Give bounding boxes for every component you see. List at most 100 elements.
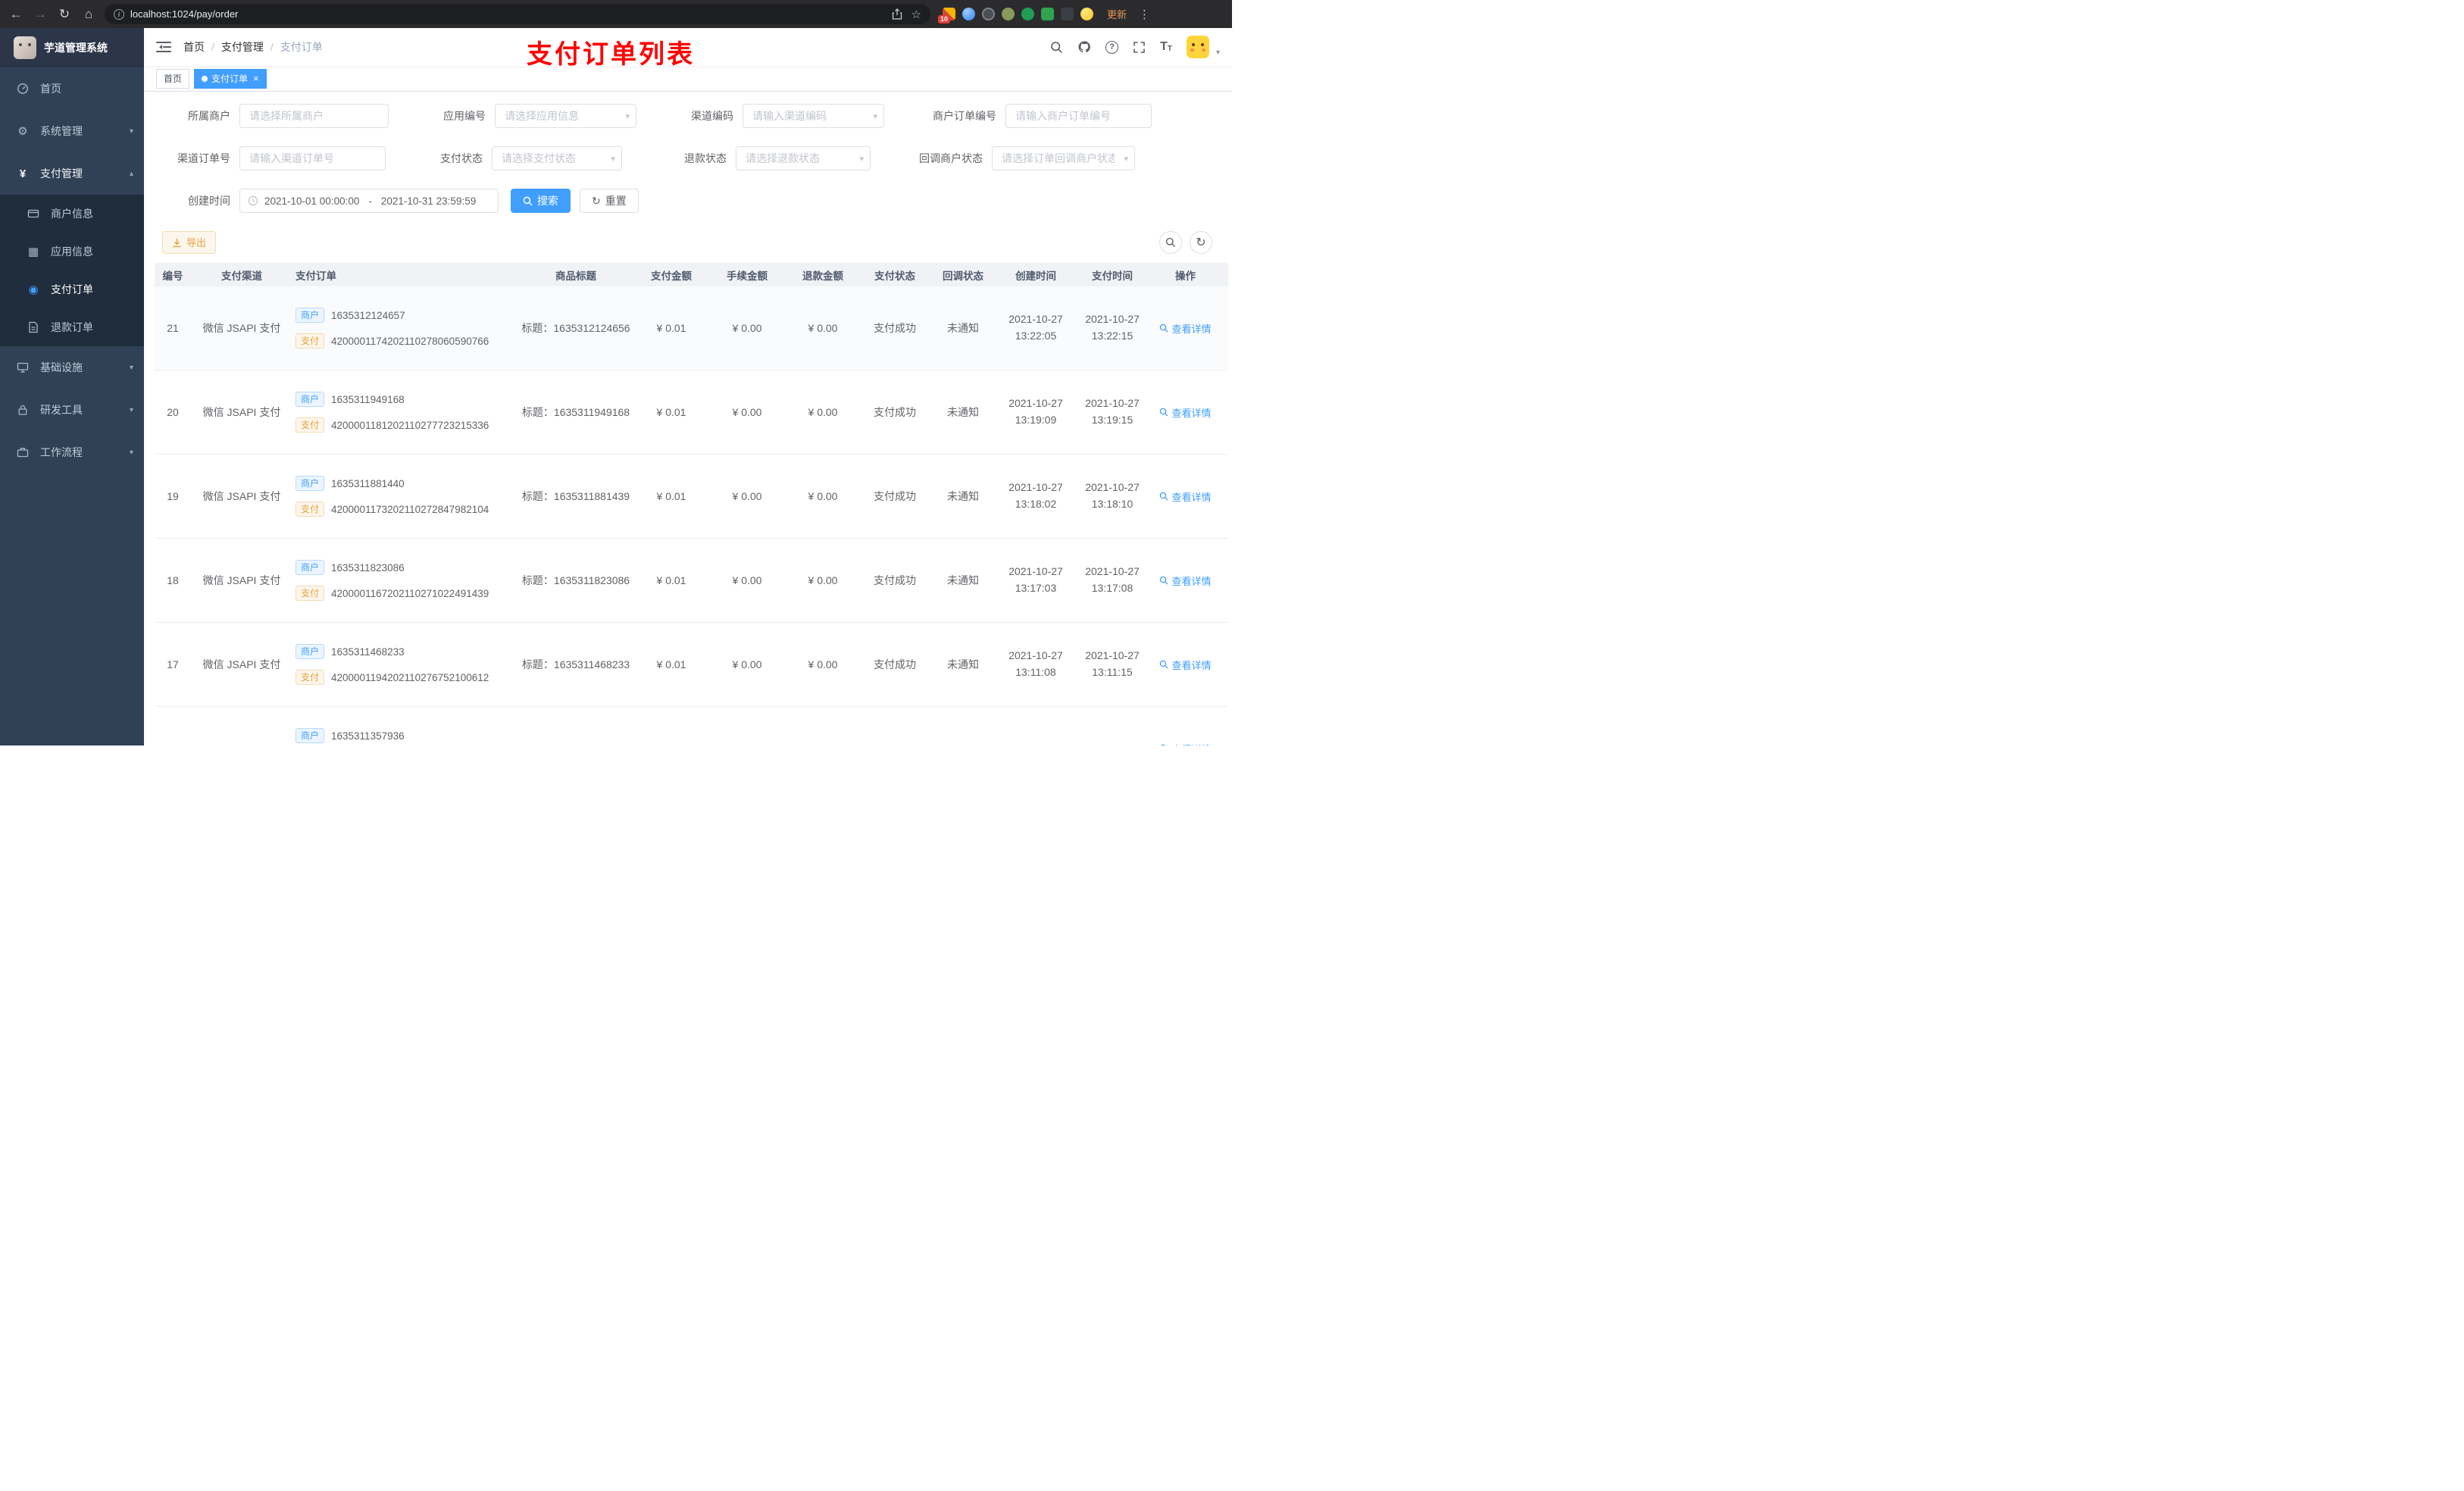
refresh-icon: ↻ (592, 195, 601, 207)
help-icon[interactable]: ? (1105, 40, 1119, 54)
merchant-order-no-input[interactable] (1005, 104, 1152, 128)
create-time-range-picker[interactable]: 2021-10-01 00:00:00 - 2021-10-31 23:59:5… (239, 189, 499, 213)
sidebar-submenu-payment: 商户信息 ▦ 应用信息 ◉ 支付订单 退款订单 (0, 195, 144, 346)
merchant-order-no: 1635311357936 (331, 730, 405, 742)
url-bar[interactable]: i localhost:1024/pay/order ☆ (105, 4, 930, 24)
app-id-select[interactable] (495, 104, 636, 128)
refund-status-select[interactable] (736, 146, 871, 170)
extension-icon[interactable] (1041, 8, 1054, 20)
action-cell: 查看详情 (1150, 286, 1221, 370)
pay-amount-cell: ¥ 0.01 (656, 490, 686, 502)
github-icon[interactable] (1077, 40, 1091, 54)
refund-amount-cell: ¥ 0.00 (808, 406, 838, 418)
extension-emoji-icon[interactable] (1080, 8, 1093, 20)
pay-channel-cell: 微信 JSAPI 支付 (202, 490, 281, 502)
browser-menu-icon[interactable]: ⋮ (1137, 8, 1152, 21)
channel-order-no-input[interactable] (239, 146, 386, 170)
extension-icon[interactable] (1061, 8, 1074, 20)
tab-home[interactable]: 首页 (156, 68, 190, 89)
extension-icon[interactable]: 10 (938, 8, 955, 23)
site-info-icon[interactable]: i (114, 8, 124, 20)
browser-chrome: ← → ↻ ⌂ i localhost:1024/pay/order ☆ 10 (0, 0, 1232, 28)
sidebar-item-app-info[interactable]: ▦ 应用信息 (0, 233, 144, 270)
date-end[interactable]: 2021-10-31 23:59:59 (381, 195, 476, 207)
column-header: 支付时间 (1092, 270, 1133, 282)
close-icon[interactable]: × (253, 73, 259, 83)
table-row: 18 微信 JSAPI 支付 商户 1635311823086 支付 42000… (155, 539, 1228, 623)
browser-update-button[interactable]: 更新 (1107, 7, 1127, 21)
extension-icon[interactable] (1021, 8, 1034, 20)
reload-icon[interactable]: ↻ (56, 8, 73, 20)
table-body: 21 微信 JSAPI 支付 商户 1635312124657 支付 42000… (155, 286, 1228, 746)
sidebar-item-home[interactable]: 首页 (0, 67, 144, 110)
app-title: 芋道管理系统 (44, 42, 108, 54)
sidebar-item-label: 退款订单 (51, 321, 93, 333)
filter-label: 应用编号 (443, 110, 486, 122)
document-icon (26, 321, 41, 333)
tab-payment-order[interactable]: 支付订单 × (194, 68, 267, 89)
merchant-tag: 商户 (295, 392, 325, 407)
refresh-table-button[interactable]: ↻ (1190, 231, 1212, 254)
channel-code-select[interactable] (743, 104, 884, 128)
fullscreen-icon[interactable] (1133, 41, 1146, 54)
font-size-icon[interactable]: TT (1160, 41, 1172, 53)
breadcrumb-payment-management[interactable]: 支付管理 (221, 39, 264, 55)
orders-table: 编号 支付渠道 支付订单 商品标题 支付金额 手续金额 退款金额 支付状态 回调… (155, 263, 1228, 746)
extension-drop-icon[interactable] (962, 8, 975, 20)
share-icon[interactable] (892, 8, 902, 20)
create-time-cell: 2021-10-27 13:11:08 (1008, 649, 1063, 678)
sidebar-item-workflow[interactable]: 工作流程 ▾ (0, 431, 144, 474)
view-detail-link[interactable]: 查看详情 (1159, 405, 1212, 420)
chevron-up-icon: ▴ (129, 169, 133, 178)
action-cell: 查看详情 (1150, 539, 1221, 622)
notify-status-select[interactable] (992, 146, 1135, 170)
sidebar-item-infrastructure[interactable]: 基础设施 ▾ (0, 346, 144, 389)
search-button[interactable]: 搜索 (511, 189, 571, 213)
notify-status-cell (929, 707, 997, 746)
extension-icon[interactable] (1002, 8, 1015, 20)
merchant-tag: 商户 (295, 308, 325, 323)
reset-button[interactable]: ↻ 重置 (580, 189, 639, 213)
avatar[interactable] (1186, 36, 1209, 58)
view-detail-link[interactable]: 查看详情 (1159, 658, 1212, 672)
avatar-caret-icon[interactable]: ▾ (1216, 48, 1220, 58)
notify-status-cell: 未通知 (947, 658, 979, 670)
table-row: 20 微信 JSAPI 支付 商户 1635311949168 支付 42000… (155, 370, 1228, 455)
fee-amount-cell: ¥ 0.00 (732, 490, 762, 502)
back-icon[interactable]: ← (8, 8, 24, 20)
sidebar-item-system-management[interactable]: ⚙ 系统管理 ▾ (0, 110, 144, 152)
bookmark-star-icon[interactable]: ☆ (911, 8, 921, 21)
sidebar-logo: 芋道管理系统 (0, 28, 144, 67)
breadcrumb-separator: / (211, 41, 214, 53)
pay-amount-cell: ¥ 0.01 (656, 322, 686, 334)
sidebar-item-label: 研发工具 (40, 404, 83, 416)
toggle-search-button[interactable] (1159, 231, 1182, 254)
view-detail-link[interactable]: 查看详情 (1159, 321, 1212, 336)
url-text[interactable]: localhost:1024/pay/order (130, 8, 886, 20)
breadcrumb-home[interactable]: 首页 (183, 39, 205, 55)
pay-channel-cell: 微信 JSAPI 支付 (202, 322, 281, 334)
sidebar-item-refund-order[interactable]: 退款订单 (0, 308, 144, 346)
view-detail-link[interactable]: 查看详情 (1159, 574, 1212, 588)
logo-avatar (14, 36, 36, 59)
sidebar-item-merchant-info[interactable]: 商户信息 (0, 195, 144, 233)
search-icon[interactable] (1050, 41, 1063, 54)
table-row: 17 微信 JSAPI 支付 商户 1635311468233 支付 42000… (155, 623, 1228, 707)
extension-icon[interactable] (982, 8, 995, 20)
pay-amount-cell: ¥ 0.01 (656, 406, 686, 418)
sidebar-item-dev-tools[interactable]: 研发工具 ▾ (0, 389, 144, 431)
fee-amount-cell: ¥ 0.00 (732, 406, 762, 418)
forward-icon[interactable]: → (32, 8, 48, 20)
date-start[interactable]: 2021-10-01 00:00:00 (264, 195, 359, 207)
pay-status-select[interactable] (492, 146, 622, 170)
sidebar-item-payment-management[interactable]: ¥ 支付管理 ▴ (0, 152, 144, 195)
record-icon: ◉ (28, 283, 39, 296)
export-button[interactable]: 导出 (162, 231, 217, 254)
view-detail-link[interactable]: 查看详情 (1159, 742, 1212, 746)
merchant-filter-input[interactable] (239, 104, 389, 128)
hamburger-icon[interactable] (156, 41, 171, 53)
view-detail-link[interactable]: 查看详情 (1159, 489, 1212, 504)
home-icon[interactable]: ⌂ (80, 8, 97, 20)
sidebar-item-payment-order[interactable]: ◉ 支付订单 (0, 270, 144, 308)
pay-time-cell: 2021-10-27 13:17:08 (1085, 565, 1140, 594)
